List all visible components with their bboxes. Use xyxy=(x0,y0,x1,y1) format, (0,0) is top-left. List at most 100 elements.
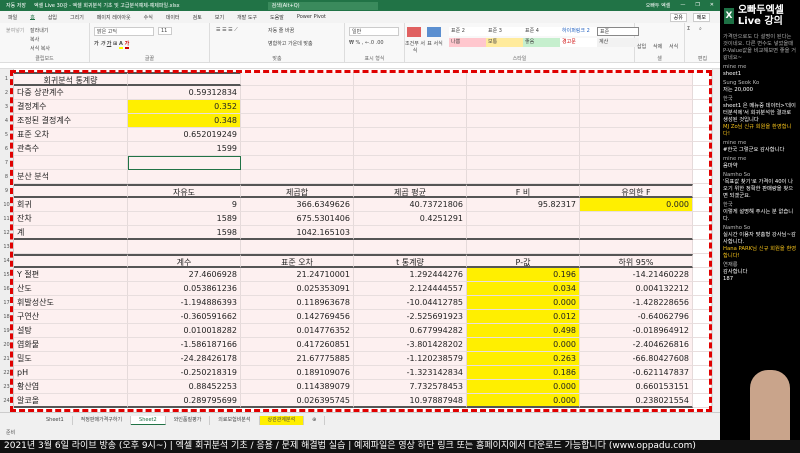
cell[interactable] xyxy=(693,72,712,86)
cell[interactable] xyxy=(693,184,712,198)
row-number[interactable]: 2 xyxy=(0,86,13,100)
insert-cells-button[interactable]: 삽입 xyxy=(637,43,646,50)
cell[interactable] xyxy=(693,268,712,282)
stat-value[interactable]: 1599 xyxy=(128,142,241,156)
cell[interactable] xyxy=(580,156,693,170)
cell[interactable] xyxy=(354,100,467,114)
coef-value[interactable]: 0.000 xyxy=(467,296,580,310)
row-number[interactable]: 6 xyxy=(0,142,13,156)
style-cell[interactable]: 표준 3 xyxy=(486,27,528,36)
cell[interactable] xyxy=(241,114,354,128)
row-number[interactable]: 17 xyxy=(0,296,13,310)
coef-value[interactable]: 21.67775885 xyxy=(241,352,354,366)
cell[interactable] xyxy=(693,310,712,324)
coef-header[interactable] xyxy=(14,254,128,268)
style-cell[interactable]: 계산 xyxy=(597,38,639,47)
cell[interactable] xyxy=(693,86,712,100)
sheet-tab[interactable]: 의료보험비분석 xyxy=(210,415,260,425)
coef-value[interactable]: 0.034 xyxy=(467,282,580,296)
anova-label[interactable]: 회귀 xyxy=(14,198,128,212)
style-cell[interactable]: 보통 xyxy=(486,38,528,47)
variable-label[interactable]: 설탕 xyxy=(14,324,128,338)
cell[interactable] xyxy=(467,100,580,114)
cell[interactable] xyxy=(467,156,580,170)
coef-value[interactable]: 0.025353091 xyxy=(241,282,354,296)
stat-label[interactable]: 표준 오차 xyxy=(14,128,128,142)
variable-label[interactable]: 산도 xyxy=(14,282,128,296)
cell[interactable] xyxy=(467,142,580,156)
add-sheet-icon[interactable]: ⊕ xyxy=(304,415,326,425)
cut-button[interactable]: 잘라내기 xyxy=(30,27,48,34)
format-cells-button[interactable]: 서식 xyxy=(669,43,678,50)
coef-value[interactable]: -1.194886393 xyxy=(128,296,241,310)
cell[interactable] xyxy=(467,170,580,184)
font-size-select[interactable]: 11 xyxy=(158,27,172,35)
anova-value[interactable]: 40.73721806 xyxy=(354,198,467,212)
stat-label[interactable]: 조정된 결정계수 xyxy=(14,114,128,128)
font-name-select[interactable]: 맑은 고딕 xyxy=(94,27,154,36)
variable-label[interactable]: 염화물 xyxy=(14,338,128,352)
format-table-button[interactable]: 표 서식 xyxy=(425,40,445,47)
row-number[interactable]: 11 xyxy=(0,212,13,226)
cell[interactable] xyxy=(14,240,128,254)
cell[interactable] xyxy=(467,114,580,128)
anova-header[interactable]: 유의한 F xyxy=(580,184,693,198)
row-number[interactable]: 15 xyxy=(0,268,13,282)
coef-value[interactable]: -2.404626816 xyxy=(580,338,693,352)
autosave-toggle[interactable]: 자동 저장 xyxy=(6,2,26,9)
style-cell[interactable]: 나쁨 xyxy=(449,38,491,47)
paste-button[interactable]: 붙여넣기 xyxy=(6,27,24,34)
cell[interactable] xyxy=(467,128,580,142)
coef-value[interactable]: 0.053861236 xyxy=(128,282,241,296)
coef-header[interactable]: 표준 오차 xyxy=(241,254,354,268)
anova-header[interactable] xyxy=(14,184,128,198)
coef-value[interactable]: 0.026395745 xyxy=(241,394,354,408)
delete-cells-button[interactable]: 삭제 xyxy=(653,43,662,50)
close-icon[interactable]: ✕ xyxy=(710,2,714,9)
conditional-format-icon[interactable] xyxy=(407,27,421,37)
anova-value[interactable]: 1589 xyxy=(128,212,241,226)
cell[interactable] xyxy=(693,352,712,366)
coef-value[interactable]: 10.97887948 xyxy=(354,394,467,408)
stat-value[interactable]: 0.59312834 xyxy=(128,86,241,100)
cell[interactable] xyxy=(580,142,693,156)
anova-header[interactable]: F 비 xyxy=(467,184,580,198)
anova-value[interactable]: 0.000 xyxy=(580,198,693,212)
cell[interactable] xyxy=(241,128,354,142)
cell[interactable] xyxy=(580,100,693,114)
anova-label[interactable]: 잔차 xyxy=(14,212,128,226)
cell[interactable] xyxy=(580,72,693,86)
coef-value[interactable]: 0.000 xyxy=(467,380,580,394)
stat-label[interactable]: 다중 상관계수 xyxy=(14,86,128,100)
style-cell[interactable]: 하이퍼링크 2 xyxy=(560,27,602,36)
vertical-scrollbar[interactable] xyxy=(712,69,720,412)
anova-header[interactable]: 제곱 평균 xyxy=(354,184,467,198)
row-number[interactable]: 1 xyxy=(0,72,13,86)
cell[interactable] xyxy=(128,170,241,184)
restore-icon[interactable]: ❐ xyxy=(695,2,699,9)
sheet-tab[interactable]: Sheet1 xyxy=(38,415,73,425)
cell[interactable] xyxy=(693,128,712,142)
style-cell[interactable]: 좋음 xyxy=(523,38,565,47)
cell[interactable] xyxy=(467,72,580,86)
anova-value[interactable]: 1042.165103 xyxy=(241,226,354,240)
variable-label[interactable]: 알코올 xyxy=(14,394,128,408)
cell[interactable] xyxy=(580,240,693,254)
cell[interactable] xyxy=(693,296,712,310)
wrap-text-button[interactable]: 자동 줄 바꿈 xyxy=(268,27,294,34)
anova-value[interactable] xyxy=(354,226,467,240)
cell[interactable] xyxy=(241,86,354,100)
conditional-format-button[interactable]: 조건부 서식 xyxy=(405,40,425,54)
cell[interactable] xyxy=(580,128,693,142)
style-cell[interactable]: 표준 xyxy=(597,27,639,36)
stat-label[interactable]: 결정계수 xyxy=(14,100,128,114)
row-number[interactable]: 14 xyxy=(0,254,13,268)
row-number[interactable]: 20 xyxy=(0,338,13,352)
cell[interactable] xyxy=(354,156,467,170)
row-number[interactable]: 7 xyxy=(0,156,13,170)
anova-value[interactable]: 95.82317 xyxy=(467,198,580,212)
anova-value[interactable]: 366.6349626 xyxy=(241,198,354,212)
cell[interactable] xyxy=(693,380,712,394)
coef-value[interactable]: 0.118963678 xyxy=(241,296,354,310)
coef-value[interactable]: 0.238021554 xyxy=(580,394,693,408)
